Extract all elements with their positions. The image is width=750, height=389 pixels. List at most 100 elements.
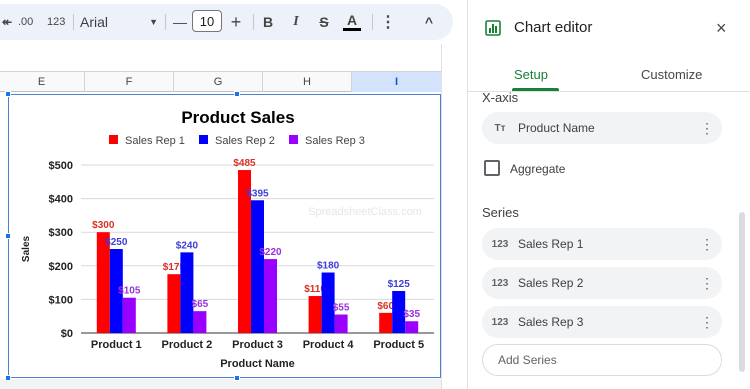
data-label: $125 <box>388 279 411 290</box>
column-header-i[interactable]: I <box>351 72 441 92</box>
collapse-toolbar-icon[interactable]: ^ <box>418 4 440 40</box>
x-axis-label: Product Name <box>220 358 295 370</box>
tab-setup[interactable]: Setup <box>514 67 548 82</box>
data-label: $240 <box>176 240 199 251</box>
more-vert-icon[interactable]: ⋮ <box>692 314 722 331</box>
embedded-chart[interactable]: Product Sales Sales Rep 1 Sales Rep 2 Sales… <box>8 94 441 378</box>
data-label: $395 <box>246 188 269 199</box>
x-tick-label: Product 2 <box>162 339 213 351</box>
legend-swatch <box>289 135 298 144</box>
font-size-input[interactable]: 10 <box>192 10 222 32</box>
data-label: $180 <box>317 261 340 272</box>
y-tick-label: $300 <box>49 227 73 239</box>
data-label: $300 <box>92 220 115 231</box>
toolbar-divider <box>165 14 166 30</box>
column-header-row: E F G H I <box>0 71 441 92</box>
toolbar-divider <box>253 14 254 30</box>
bold-button[interactable]: B <box>257 4 279 40</box>
column-header-e[interactable]: E <box>0 72 83 92</box>
text-color-letter: A <box>346 12 358 28</box>
legend-swatch <box>199 135 208 144</box>
increase-decimal-button[interactable]: .00 <box>18 4 33 40</box>
column-header-h[interactable]: H <box>262 72 351 92</box>
y-tick-label: $100 <box>49 294 73 306</box>
number-type-icon: 123 <box>491 238 509 250</box>
series-field-1[interactable]: 123 Sales Rep 1 ⋮ <box>482 228 722 260</box>
italic-button[interactable]: I <box>285 4 307 40</box>
x-tick-label: Product 5 <box>373 339 424 351</box>
bar <box>308 296 322 333</box>
editor-scrollbar[interactable] <box>739 212 745 372</box>
bar <box>405 321 419 333</box>
toolbar: ↞ .00 123 Arial ▼ — 10 + B I S A ⋮ ^ <box>0 0 455 44</box>
aggregate-checkbox[interactable] <box>484 160 500 176</box>
bar <box>122 297 136 333</box>
font-select[interactable]: Arial ▼ <box>80 10 158 34</box>
number-type-icon: 123 <box>491 277 509 289</box>
resize-handle-left[interactable] <box>5 233 11 239</box>
y-axis-label: Sales <box>21 235 32 262</box>
aggregate-label: Aggregate <box>510 162 566 176</box>
bar <box>379 312 393 333</box>
toolbar-divider <box>372 14 373 30</box>
more-vert-icon[interactable]: ⋮ <box>692 275 722 292</box>
chart-watermark: SpreadsheetClass.com <box>308 206 422 218</box>
resize-handle-bottom[interactable] <box>234 375 240 381</box>
y-tick-label: $200 <box>49 261 73 273</box>
x-axis-label: X-axis <box>482 90 519 104</box>
x-axis-field-label: Product Name <box>518 121 595 135</box>
sheet-grid-below-chart <box>0 379 441 389</box>
chart-title: Product Sales <box>181 108 294 127</box>
legend-swatch <box>109 135 118 144</box>
data-label: $485 <box>233 158 256 169</box>
tab-customize[interactable]: Customize <box>641 67 702 82</box>
series-field-label: Sales Rep 1 <box>518 237 584 251</box>
decrease-decimal-icon[interactable]: ↞ <box>0 4 18 40</box>
x-tick-label: Product 1 <box>91 339 142 351</box>
data-label: $250 <box>105 237 128 248</box>
y-tick-label: $500 <box>49 160 73 172</box>
data-label: $55 <box>333 303 350 314</box>
column-header-g[interactable]: G <box>173 72 262 92</box>
chart-editor-panel: Chart editor × Setup Customize X-axis Tт… <box>467 0 750 389</box>
y-tick-label: $400 <box>49 194 73 206</box>
x-tick-label: Product 3 <box>232 339 283 351</box>
legend-label: Sales Rep 2 <box>215 135 275 147</box>
column-header-f[interactable]: F <box>84 72 173 92</box>
data-label: $35 <box>403 309 420 320</box>
bar-chart: Product Sales Sales Rep 1 Sales Rep 2 Sales… <box>21 108 434 370</box>
data-label: $65 <box>192 299 209 310</box>
close-icon[interactable]: × <box>716 18 727 39</box>
strikethrough-button[interactable]: S <box>313 4 335 40</box>
data-label: $60 <box>377 301 394 312</box>
bar <box>264 259 277 333</box>
bar <box>334 314 348 333</box>
x-axis-field[interactable]: Tт Product Name ⋮ <box>482 112 722 144</box>
resize-handle-bottom-left[interactable] <box>5 375 11 381</box>
resize-handle-top[interactable] <box>234 91 240 97</box>
number-type-icon: 123 <box>491 316 509 328</box>
decrease-font-size-button[interactable]: — <box>169 4 191 40</box>
font-name: Arial <box>80 14 109 30</box>
more-options-icon[interactable]: ⋮ <box>377 4 399 40</box>
chevron-down-icon: ▼ <box>149 17 158 27</box>
x-tick-label: Product 4 <box>303 339 355 351</box>
more-vert-icon[interactable]: ⋮ <box>692 120 722 137</box>
add-series-button[interactable]: Add Series <box>482 344 722 376</box>
more-vert-icon[interactable]: ⋮ <box>692 236 722 253</box>
series-field-label: Sales Rep 3 <box>518 315 584 329</box>
resize-handle-top-left[interactable] <box>5 91 11 97</box>
chart-editor-title: Chart editor <box>514 19 593 36</box>
more-formats-button[interactable]: 123 <box>47 4 65 40</box>
increase-font-size-button[interactable]: + <box>225 4 247 40</box>
series-field-label: Sales Rep 2 <box>518 276 584 290</box>
series-field-2[interactable]: 123 Sales Rep 2 ⋮ <box>482 267 722 299</box>
bar <box>180 252 194 333</box>
chart-icon <box>485 20 501 36</box>
data-label: $105 <box>118 286 141 297</box>
series-field-3[interactable]: 123 Sales Rep 3 ⋮ <box>482 306 722 338</box>
legend-label: Sales Rep 1 <box>125 135 185 147</box>
bar <box>251 200 264 333</box>
text-color-button[interactable]: A <box>341 4 363 40</box>
text-color-swatch <box>343 28 361 31</box>
